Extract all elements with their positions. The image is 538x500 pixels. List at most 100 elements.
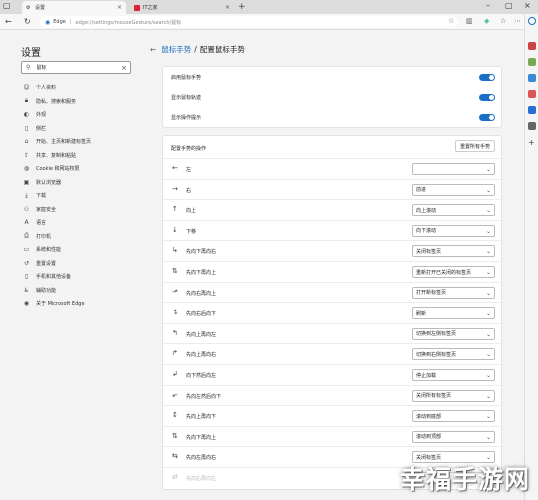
favorite-star-icon[interactable]: ☆ bbox=[448, 17, 454, 25]
sidebar-item[interactable]: ◍ Cookie 和网站权限 bbox=[23, 164, 80, 173]
left-right-icon: ⇆ bbox=[172, 452, 178, 461]
refresh-icon[interactable]: ↻ bbox=[24, 17, 31, 26]
shopping-icon[interactable] bbox=[528, 42, 536, 50]
settings-title: 设置 bbox=[21, 48, 41, 59]
url-path: edge://settings/mouseGesture/search/鼠标 bbox=[75, 19, 182, 26]
sidebar-item[interactable]: ↺ 重置设置 bbox=[23, 259, 56, 268]
sidebar-item[interactable]: ◉ 关于 Microsoft Edge bbox=[23, 299, 85, 308]
sidebar-item-label: 家庭安全 bbox=[36, 206, 57, 213]
back-icon[interactable]: ← bbox=[5, 17, 12, 26]
show-trail-switch[interactable] bbox=[479, 93, 495, 101]
gesture-action-select[interactable]: 切换到右侧标签页 ⌄ bbox=[412, 348, 495, 361]
tools-icon[interactable] bbox=[528, 58, 536, 66]
gesture-action-select[interactable]: 关闭标签页 ⌄ bbox=[412, 245, 495, 258]
minimize-icon[interactable]: – bbox=[486, 1, 490, 10]
maximize-icon[interactable]: ▢ bbox=[505, 1, 513, 10]
gesture-label: 先向左然后向下 bbox=[186, 393, 222, 400]
sidebar-item[interactable]: ▯ 手机和其他设备 bbox=[23, 272, 71, 281]
phone-icon: ▯ bbox=[24, 273, 29, 280]
gesture-row: ↱ 先向上再向右 切换到右侧标签页 ⌄ bbox=[163, 343, 503, 363]
sidebar-item[interactable]: ▭ 系统和性能 bbox=[23, 245, 61, 254]
close-icon[interactable]: × bbox=[225, 4, 230, 11]
sidebar-item-label: 关于 Microsoft Edge bbox=[36, 301, 85, 307]
close-window-icon[interactable]: × bbox=[524, 1, 531, 10]
gesture-action-value: 切换到左侧标签页 bbox=[416, 331, 457, 338]
down-right-icon: ↳ bbox=[172, 246, 178, 255]
down-up-icon: ⇅ bbox=[172, 267, 178, 275]
show-tips-switch[interactable] bbox=[479, 113, 495, 121]
reset-all-gestures-button[interactable]: 重置所有手势 bbox=[454, 140, 495, 152]
up-right-icon: ↱ bbox=[172, 349, 178, 358]
gesture-action-select[interactable]: 停止加载 ⌄ bbox=[412, 369, 495, 381]
sidebar-item[interactable]: ♿︎ 辅助功能 bbox=[23, 286, 56, 295]
sidebar-item-label: 外观 bbox=[36, 112, 47, 118]
outlook-icon[interactable] bbox=[528, 106, 536, 114]
tab-settings[interactable]: ⚙ 设置 × bbox=[22, 1, 126, 14]
sidebar-item[interactable]: ⚇ 家庭安全 bbox=[23, 205, 56, 214]
gesture-action-select[interactable]: 刷新 ⌄ bbox=[412, 307, 495, 320]
tab-actions-icon[interactable]: ▢ bbox=[3, 1, 11, 10]
gesture-action-select[interactable]: 向上滚动 ⌄ bbox=[412, 204, 495, 217]
ithome-icon bbox=[134, 4, 140, 11]
enable-gesture-switch[interactable] bbox=[479, 73, 495, 81]
settings-search-input[interactable]: ⚲ 鼠标 × bbox=[21, 61, 131, 74]
favorites-icon[interactable]: ☆ bbox=[500, 17, 506, 25]
toggle-row-enable: 启用鼠标手势 bbox=[171, 72, 495, 82]
gesture-action-value: 关闭标签页 bbox=[416, 248, 442, 255]
clear-icon[interactable]: × bbox=[121, 64, 127, 72]
sidebar-item[interactable]: ⇪ 共享、复制和粘贴 bbox=[23, 151, 76, 160]
gesture-action-select[interactable]: 滚动到顶部 ⌄ bbox=[412, 430, 495, 443]
gesture-action-select[interactable]: 关闭所有标签页 ⌄ bbox=[412, 389, 495, 402]
more-icon[interactable]: ⋯ bbox=[514, 17, 521, 25]
back-arrow-icon[interactable]: ← bbox=[150, 45, 156, 54]
sidebar-item[interactable]: ▣ 默认浏览器 bbox=[23, 178, 61, 187]
extension-icon[interactable]: ◈ bbox=[484, 17, 489, 25]
gesture-action-select[interactable]: 打开新标签页 ⌄ bbox=[412, 286, 495, 299]
browser-icon: ▣ bbox=[23, 178, 30, 186]
close-icon[interactable]: × bbox=[117, 4, 122, 11]
office-icon[interactable] bbox=[528, 90, 536, 98]
tab-label: 设置 bbox=[35, 5, 46, 11]
gesture-row: ↴ 先向右后向下 刷新 ⌄ bbox=[163, 302, 503, 322]
sidebar-item[interactable]: ▯ 侧栏 bbox=[23, 124, 46, 133]
right-down-icon: ↴ bbox=[172, 308, 178, 317]
down-up-icon: ⇅ bbox=[172, 431, 178, 440]
gesture-action-select[interactable]: 向下滚动 ⌄ bbox=[412, 224, 495, 237]
gesture-action-select[interactable]: 前进 ⌄ bbox=[412, 183, 495, 196]
gesture-row: ⬏ 先向右再向上 打开新标签页 ⌄ bbox=[163, 281, 503, 302]
games-icon[interactable] bbox=[528, 74, 536, 82]
sidebar-item-label: 重置设置 bbox=[36, 260, 57, 267]
settings-icon: ⚙ bbox=[26, 4, 31, 11]
gesture-action-value: 打开新标签页 bbox=[416, 290, 447, 297]
gesture-row: ↓ 下移 向下滚动 ⌄ bbox=[163, 219, 503, 240]
gesture-action-select[interactable]: ⌄ bbox=[412, 163, 495, 175]
tab-ithome[interactable]: IT之家 × bbox=[130, 1, 234, 14]
split-screen-icon[interactable]: ▥ bbox=[466, 17, 473, 25]
drop-icon[interactable] bbox=[528, 122, 536, 130]
chevron-down-icon: ⌄ bbox=[485, 330, 491, 338]
gesture-action-select[interactable]: 重新打开已关闭的标签页 ⌄ bbox=[412, 266, 495, 278]
sidebar-item[interactable]: ☺ 个人资料 bbox=[23, 83, 56, 92]
chevron-down-icon: ⌄ bbox=[485, 372, 491, 379]
bing-icon[interactable] bbox=[528, 17, 536, 25]
sidebar-item[interactable]: ⌂ 开始、主页和新建标签页 bbox=[23, 137, 91, 146]
tab-strip: ▢ ⚙ 设置 × IT之家 × + – ▢ × bbox=[0, 0, 538, 14]
sidebar-item[interactable]: A 语言 bbox=[23, 218, 46, 227]
gesture-action-select[interactable]: 滚动到底部 ⌄ bbox=[412, 410, 495, 423]
arrow-up-icon: ↑ bbox=[172, 205, 178, 214]
url-host: Edge bbox=[53, 19, 66, 25]
new-tab-button[interactable]: + bbox=[238, 2, 246, 12]
add-icon[interactable]: + bbox=[528, 138, 536, 147]
breadcrumb-parent[interactable]: 鼠标手势 bbox=[161, 44, 191, 55]
sidebar-item[interactable]: ⎙ 打印机 bbox=[23, 232, 51, 241]
url-input[interactable]: ◉ Edge | edge://settings/mouseGesture/se… bbox=[40, 16, 458, 28]
gesture-action-select[interactable]: 切换到左侧标签页 ⌄ bbox=[412, 327, 495, 340]
lock-icon: 🔒︎ bbox=[24, 97, 29, 104]
gesture-label: 先向下再向右 bbox=[186, 249, 217, 256]
sidebar-item-label: Cookie 和网站权限 bbox=[36, 166, 80, 172]
sidebar-item[interactable]: ◐ 外观 bbox=[23, 110, 46, 119]
sidebar-item[interactable]: 🔒︎ 隐私、搜索和服务 bbox=[23, 97, 76, 106]
sidebar-item[interactable]: ⤓ 下载 bbox=[23, 191, 46, 200]
gesture-label: 先向左再向右 bbox=[186, 455, 217, 462]
address-bar: ← ↻ ◉ Edge | edge://settings/mouseGestur… bbox=[0, 14, 538, 30]
